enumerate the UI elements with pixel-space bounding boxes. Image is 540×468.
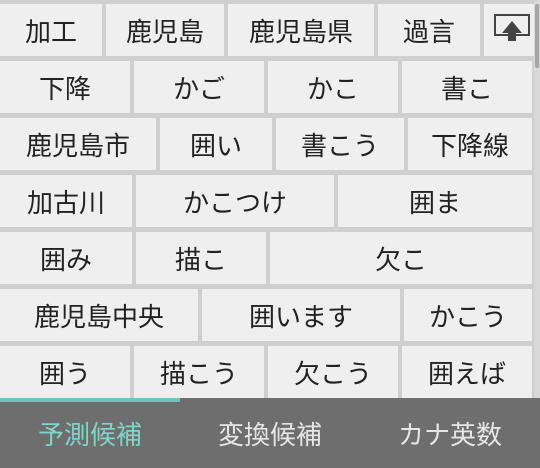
candidate-key[interactable]: 下降線 bbox=[408, 118, 532, 170]
scrollbar-track[interactable] bbox=[534, 0, 540, 398]
candidate-key[interactable]: 囲ま bbox=[338, 175, 532, 227]
candidate-key[interactable]: 囲う bbox=[0, 346, 130, 398]
candidate-key[interactable]: かこう bbox=[404, 289, 532, 341]
candidate-key[interactable]: 加古川 bbox=[0, 175, 132, 227]
candidate-key[interactable]: 囲えば bbox=[402, 346, 532, 398]
candidate-key[interactable]: 描こ bbox=[136, 232, 266, 284]
candidate-row: 囲み 描こ 欠こ bbox=[0, 232, 532, 284]
candidate-key[interactable]: 書こう bbox=[276, 118, 404, 170]
candidate-key[interactable]: 書こ bbox=[402, 61, 532, 113]
candidate-key[interactable]: 描こう bbox=[134, 346, 264, 398]
candidate-key[interactable]: 囲い bbox=[160, 118, 272, 170]
candidate-row: 囲う 描こう 欠こう 囲えば bbox=[0, 346, 532, 398]
candidate-key[interactable]: 下降 bbox=[0, 61, 130, 113]
candidate-key[interactable]: 鹿児島 bbox=[106, 4, 224, 56]
expand-candidates-button[interactable] bbox=[484, 4, 540, 56]
tab-prediction[interactable]: 予測候補 bbox=[0, 398, 180, 468]
scrollbar-thumb[interactable] bbox=[535, 4, 539, 68]
candidate-key[interactable]: かご bbox=[134, 61, 264, 113]
candidate-row: 加古川 かこつけ 囲ま bbox=[0, 175, 532, 227]
candidate-row: 下降 かご かこ 書こ bbox=[0, 61, 532, 113]
candidate-key[interactable]: 囲み bbox=[0, 232, 132, 284]
candidate-mode-tabbar: 予測候補 変換候補 カナ英数 bbox=[0, 398, 540, 468]
candidate-key[interactable]: かこつけ bbox=[136, 175, 334, 227]
candidate-key[interactable]: 過言 bbox=[378, 4, 480, 56]
candidate-key[interactable]: 加工 bbox=[0, 4, 102, 56]
tab-conversion[interactable]: 変換候補 bbox=[180, 398, 360, 468]
candidate-key[interactable]: 囲います bbox=[202, 289, 400, 341]
candidate-key[interactable]: 鹿児島県 bbox=[228, 4, 374, 56]
keyboard-collapse-icon bbox=[492, 11, 532, 49]
tab-kana-alnum[interactable]: カナ英数 bbox=[360, 398, 540, 468]
candidate-row: 鹿児島市 囲い 書こう 下降線 bbox=[0, 118, 532, 170]
candidate-key[interactable]: 欠こう bbox=[268, 346, 398, 398]
candidate-key[interactable]: 欠こ bbox=[270, 232, 532, 284]
candidate-key[interactable]: かこ bbox=[268, 61, 398, 113]
candidate-row: 鹿児島中央 囲います かこう bbox=[0, 289, 532, 341]
candidate-key[interactable]: 鹿児島中央 bbox=[0, 289, 198, 341]
candidate-board: 加工 鹿児島 鹿児島県 過言 下降 かご かこ 書こ 鹿児島市 囲い 書こう 下… bbox=[0, 0, 540, 398]
candidate-row: 加工 鹿児島 鹿児島県 過言 bbox=[0, 4, 540, 56]
candidate-key[interactable]: 鹿児島市 bbox=[0, 118, 156, 170]
